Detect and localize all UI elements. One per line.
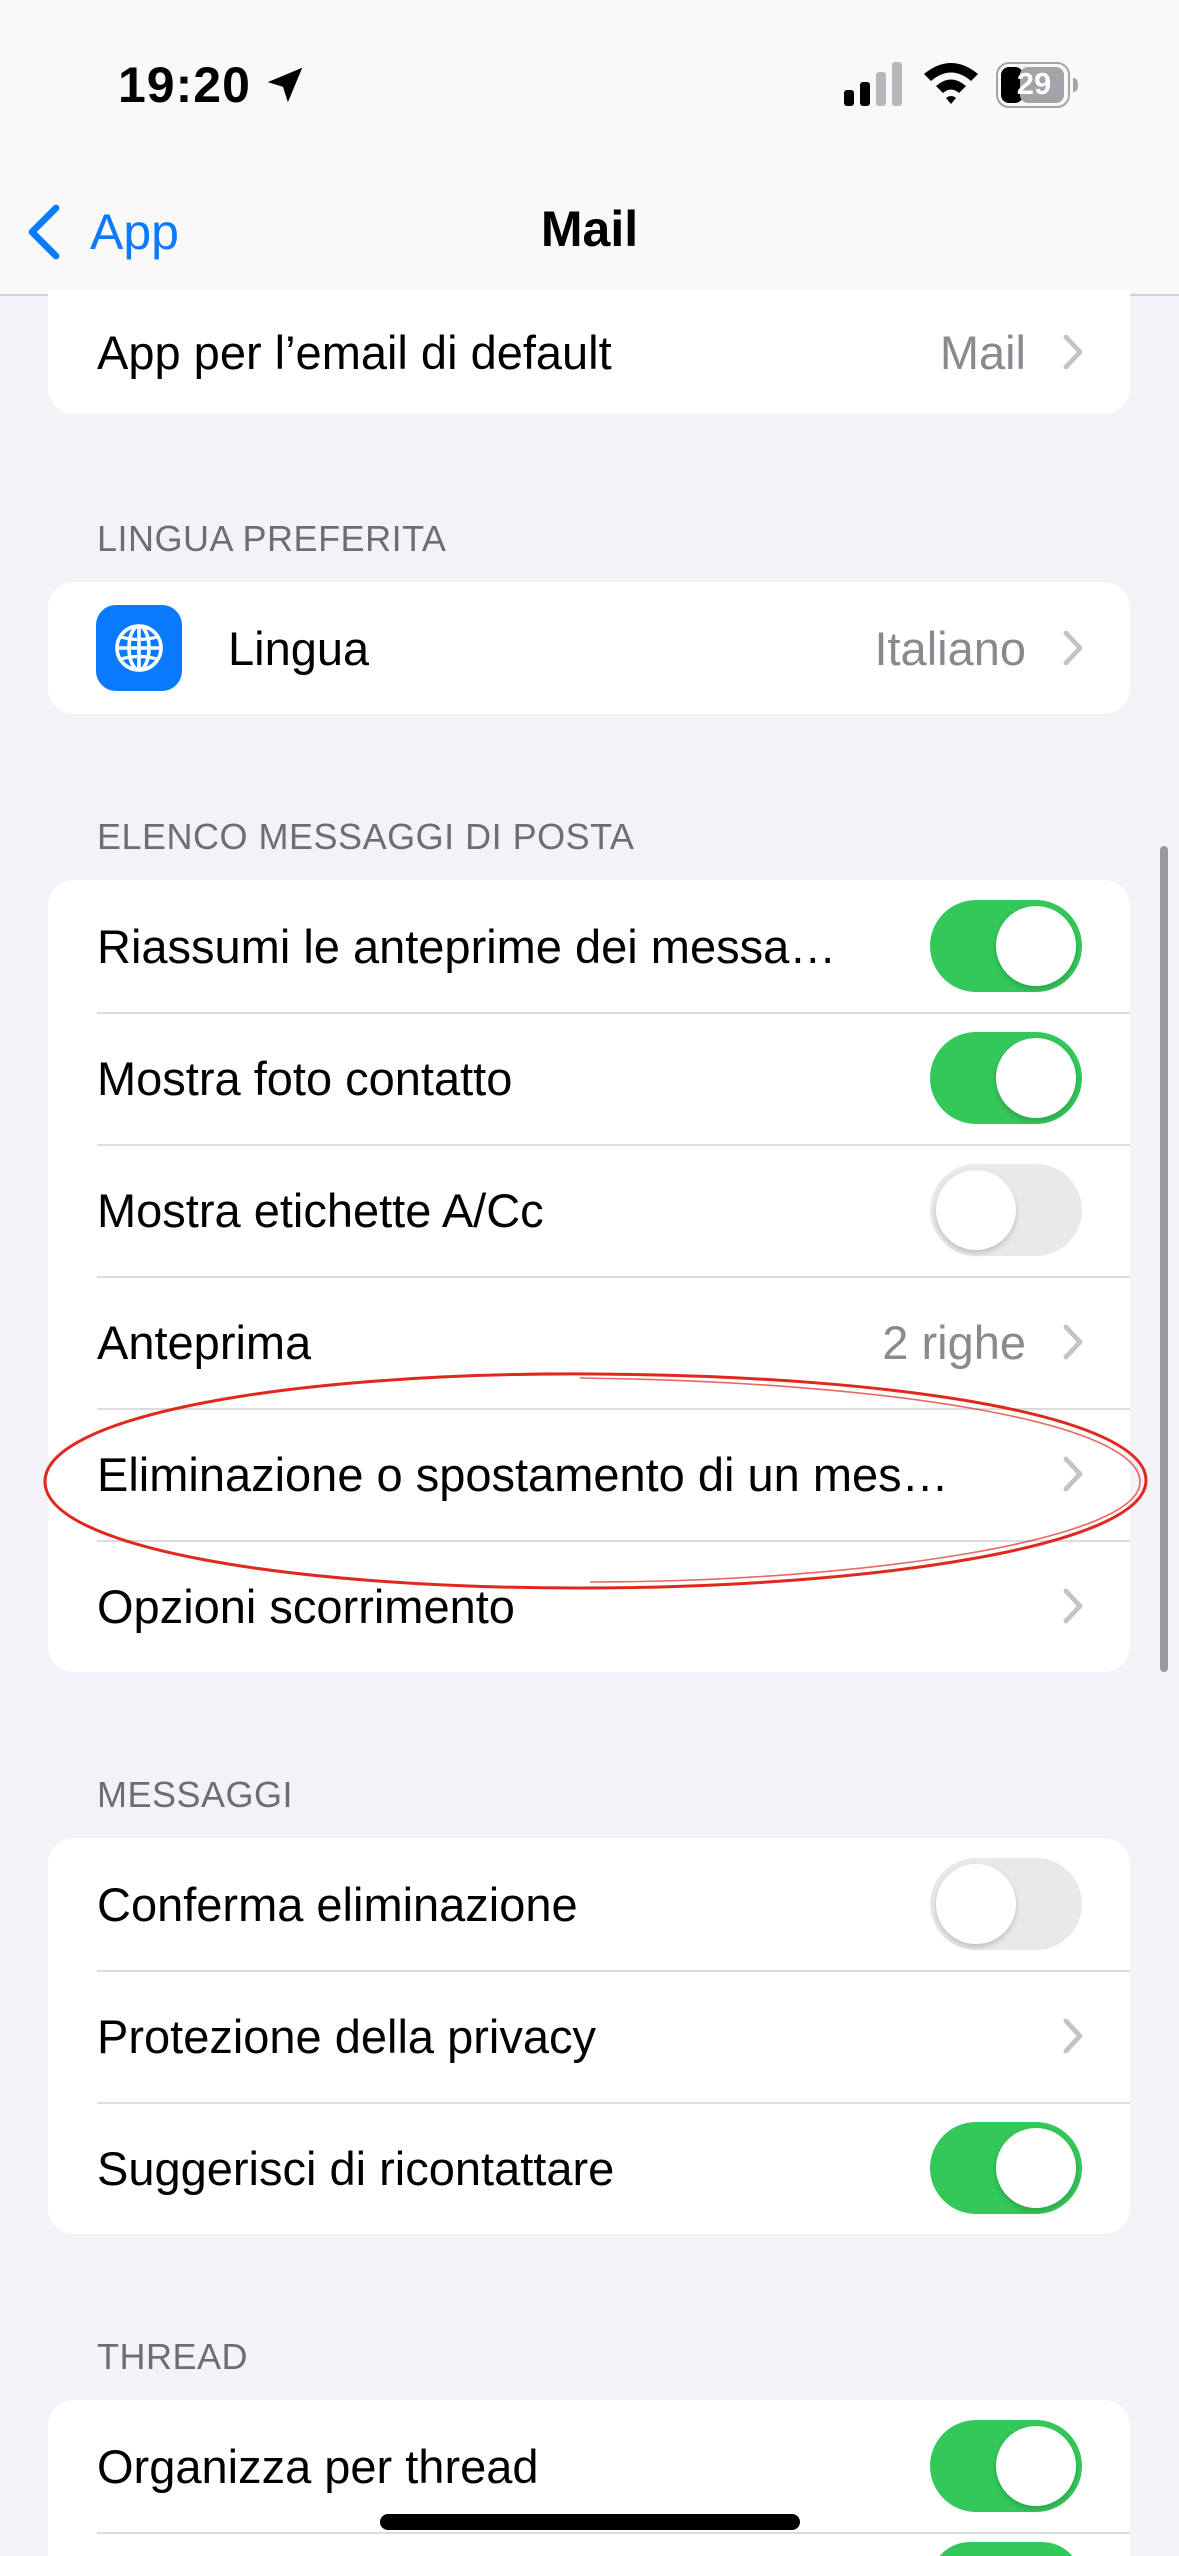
- chevron-right-icon: [1063, 2018, 1083, 2054]
- section-header-lingua: LINGUA PREFERITA: [97, 518, 447, 559]
- row-privacy-protection[interactable]: Protezione della privacy: [48, 1970, 1130, 2102]
- row-value: 2 righe: [882, 1315, 1026, 1369]
- row-delete-or-move-message[interactable]: Eliminazione o spostamento di un mes…: [48, 1408, 1130, 1540]
- toggle-knob: [936, 1170, 1016, 1250]
- row-show-to-cc-labels: Mostra etichette A/Cc: [48, 1144, 1130, 1276]
- default-app-group: App per l’email di default Mail: [48, 290, 1130, 414]
- chevron-right-icon: [1063, 630, 1083, 666]
- row-summarize-previews: Riassumi le anteprime dei messa…: [48, 880, 1130, 1012]
- chevron-right-icon: [1063, 334, 1083, 370]
- row-label: Lingua: [228, 621, 370, 675]
- language-group: Lingua Italiano: [48, 582, 1130, 714]
- row-label: Mostra etichette A/Cc: [97, 1183, 544, 1237]
- row-confirm-delete: Conferma eliminazione: [48, 1838, 1130, 1970]
- row-show-contact-photo: Mostra foto contatto: [48, 1012, 1130, 1144]
- chevron-right-icon: [1063, 1324, 1083, 1360]
- toggle-knob: [996, 1038, 1076, 1118]
- section-header-thread: THREAD: [97, 2336, 249, 2377]
- row-label: Eliminazione o spostamento di un mes…: [97, 1447, 949, 1501]
- section-header-messaggi: MESSAGGI: [97, 1774, 294, 1815]
- row-value: Italiano: [874, 621, 1026, 675]
- wifi-icon: [924, 63, 978, 104]
- row-label: Mostra foto contatto: [97, 1051, 513, 1105]
- toggle-knob: [996, 2128, 1076, 2208]
- section-header-elenco: ELENCO MESSAGGI DI POSTA: [97, 816, 635, 857]
- next-toggle-partial[interactable]: [930, 2542, 1082, 2556]
- toggle-knob: [996, 2426, 1076, 2506]
- message-list-group: Riassumi le anteprime dei messa… Mostra …: [48, 880, 1130, 1672]
- messages-group: Conferma eliminazione Protezione della p…: [48, 1838, 1130, 2234]
- suggest-follow-up-toggle[interactable]: [930, 2122, 1082, 2214]
- home-indicator: [380, 2514, 800, 2530]
- chevron-right-icon: [1063, 1588, 1083, 1624]
- row-preview[interactable]: Anteprima 2 righe: [48, 1276, 1130, 1408]
- show-contact-photo-toggle[interactable]: [930, 1032, 1082, 1124]
- row-label: Anteprima: [97, 1315, 312, 1369]
- language-icon-box: [96, 605, 182, 691]
- organize-by-thread-toggle[interactable]: [930, 2420, 1082, 2512]
- row-label: App per l’email di default: [97, 325, 612, 379]
- summarize-previews-toggle[interactable]: [930, 900, 1082, 992]
- toggle-knob: [936, 1864, 1016, 1944]
- row-label: Opzioni scorrimento: [97, 1579, 515, 1633]
- show-to-cc-labels-toggle[interactable]: [930, 1164, 1082, 1256]
- row-next-partial: [48, 2532, 1130, 2556]
- page-title: Mail: [540, 201, 639, 257]
- navigation-bar: App Mail: [0, 170, 1179, 296]
- status-time: 19:20: [118, 57, 251, 113]
- globe-icon: [115, 624, 163, 672]
- row-label: Organizza per thread: [97, 2439, 539, 2493]
- row-label: Protezione della privacy: [97, 2009, 596, 2063]
- chevron-right-icon: [1063, 1456, 1083, 1492]
- confirm-delete-toggle[interactable]: [930, 1858, 1082, 1950]
- scrollbar[interactable]: [1160, 846, 1168, 1672]
- location-arrow-icon: [267, 67, 303, 103]
- row-label: Suggerisci di ricontattare: [97, 2141, 615, 2195]
- row-organize-by-thread: Organizza per thread: [48, 2400, 1130, 2532]
- row-swipe-options[interactable]: Opzioni scorrimento: [48, 1540, 1130, 1672]
- toggle-knob: [996, 906, 1076, 986]
- row-default-mail-app[interactable]: App per l’email di default Mail: [48, 290, 1130, 414]
- row-suggest-follow-up: Suggerisci di ricontattare: [48, 2102, 1130, 2234]
- thread-group: Organizza per thread: [48, 2400, 1130, 2556]
- status-bar: 19:20 29: [0, 0, 1179, 170]
- row-label: Conferma eliminazione: [97, 1877, 578, 1931]
- row-language[interactable]: Lingua Italiano: [48, 582, 1130, 714]
- row-label: Riassumi le anteprime dei messa…: [97, 919, 837, 973]
- cellular-signal-icon: [844, 62, 902, 106]
- row-value: Mail: [939, 325, 1026, 379]
- battery-level: 29: [1016, 66, 1052, 101]
